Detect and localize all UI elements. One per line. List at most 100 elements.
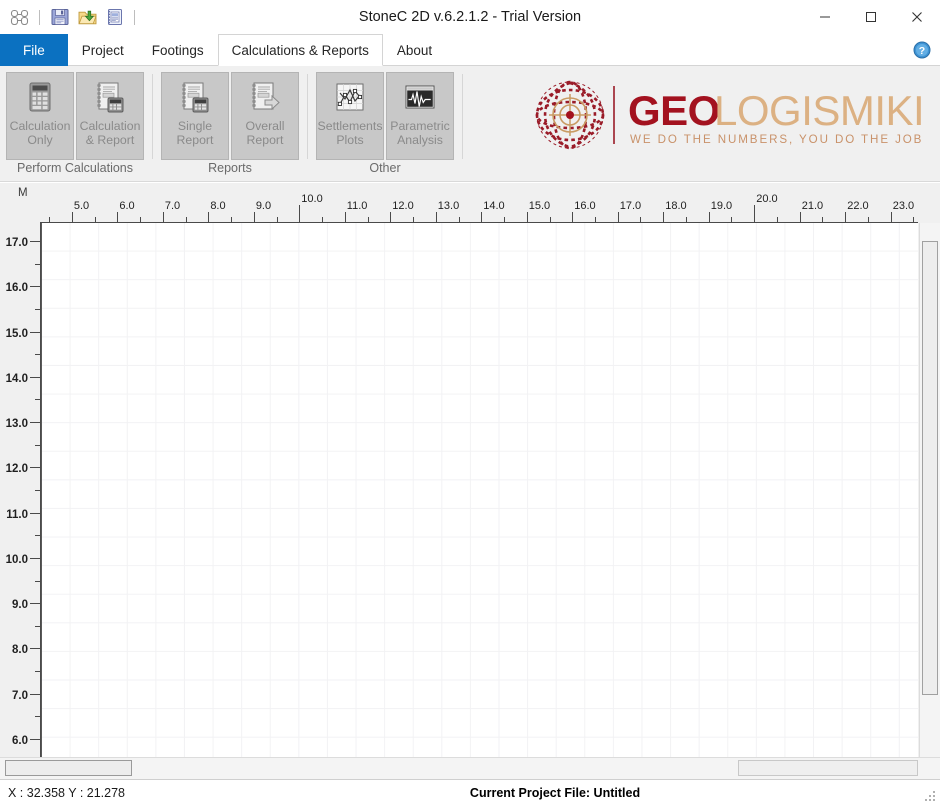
tab-footings[interactable]: Footings	[138, 34, 218, 66]
vruler-tick	[30, 331, 41, 333]
calculation-only-label-line1: Calculation	[9, 119, 71, 133]
ribbon: Calculation Only Calculation & Report Pe…	[0, 66, 940, 182]
vruler-label: 10.0	[5, 553, 28, 566]
hruler-label: 14.0	[483, 200, 505, 212]
vertical-scrollbar-thumb[interactable]	[922, 241, 938, 695]
vruler-label: 7.0	[12, 689, 28, 702]
hruler-label: 18.0	[665, 200, 687, 212]
hruler-tick	[845, 212, 847, 223]
minimize-button[interactable]	[802, 0, 848, 34]
vruler-tick	[30, 557, 41, 559]
hruler-label: 21.0	[801, 200, 824, 212]
ribbon-group-label-other: Other	[369, 161, 401, 175]
hruler-tick	[663, 212, 665, 223]
drawing-canvas[interactable]	[41, 223, 918, 757]
help-question-icon[interactable]: ?	[913, 41, 931, 59]
window-controls	[802, 0, 940, 34]
vruler-label: 13.0	[5, 418, 28, 431]
settlements-plots-button[interactable]: Settlements Plots	[316, 72, 384, 160]
hruler-label: 16.0	[574, 200, 596, 212]
overall-report-button[interactable]: Overall Report	[231, 72, 299, 160]
title-bar: StoneC 2D v.6.2.1.2 - Trial Version	[0, 0, 940, 34]
close-button[interactable]	[894, 0, 940, 34]
vruler-tick	[30, 512, 41, 514]
resize-grip[interactable]	[925, 791, 937, 803]
hruler-label: 20.0	[756, 193, 778, 205]
hruler-tick	[390, 212, 392, 223]
qat-divider-2	[134, 9, 135, 25]
single-report-label-line2: Report	[176, 133, 214, 147]
vruler-label: 16.0	[5, 282, 28, 295]
calculation-and-report-button[interactable]: Calculation & Report	[76, 72, 144, 160]
quick-access-toolbar	[0, 6, 139, 28]
calculator-report-icon	[92, 81, 128, 113]
svg-text:GEO: GEO	[628, 87, 720, 134]
ruler-unit-label: M	[18, 187, 28, 199]
maximize-button[interactable]	[848, 0, 894, 34]
hruler-label: 6.0	[119, 200, 135, 212]
hruler-tick	[435, 212, 437, 223]
vertical-scrollbar[interactable]	[919, 223, 940, 757]
vruler-tick	[30, 467, 41, 469]
calculation-only-label-line2: Only	[27, 133, 53, 147]
hruler-tick	[708, 212, 710, 223]
single-report-button[interactable]: Single Report	[161, 72, 229, 160]
horizontal-ruler[interactable]: 5.0 6.0 7.0 8.0 9.0 10.0 11.0 12.0 13.0 14.0 15.0 1…	[40, 183, 918, 223]
geologismiki-logo: GEO LOGISMIKI WE DO THE NUMBERS, YOU DO …	[532, 70, 940, 181]
tab-about[interactable]: About	[383, 34, 446, 66]
single-report-label-line1: Single	[177, 119, 213, 133]
horizontal-scrollbar-track-right[interactable]	[738, 760, 918, 776]
parametric-analysis-label-line1: Parametric	[390, 119, 450, 133]
overall-report-label-line2: Report	[246, 133, 284, 147]
overall-report-icon	[247, 81, 283, 113]
notebook-report-icon[interactable]	[103, 6, 125, 28]
tab-calculations-and-reports[interactable]: Calculations & Reports	[217, 34, 383, 66]
tab-file[interactable]: File	[0, 34, 68, 66]
vruler-label: 17.0	[5, 237, 28, 250]
qat-divider-1	[39, 9, 40, 25]
vruler-tick	[30, 603, 41, 605]
settlements-plots-label-line1: Settlements	[317, 119, 383, 133]
tab-project[interactable]: Project	[68, 34, 138, 66]
hruler-label: 17.0	[619, 200, 642, 212]
ribbon-divider-2	[307, 74, 308, 159]
vruler-label: 11.0	[6, 508, 28, 521]
hruler-label: 10.0	[301, 193, 323, 205]
open-folder-icon[interactable]	[76, 6, 98, 28]
binoculars-icon[interactable]	[8, 6, 30, 28]
hruler-tick	[799, 212, 801, 223]
ribbon-group-perform-calculations: Calculation Only Calculation & Report Pe…	[0, 70, 150, 181]
hruler-label: 19.0	[710, 200, 733, 212]
parametric-analysis-label-line2: Analysis	[397, 133, 443, 147]
hruler-tick	[208, 212, 210, 223]
settlements-plots-label-line2: Plots	[336, 133, 364, 147]
calculator-icon	[22, 81, 58, 113]
hruler-label: 5.0	[73, 200, 90, 212]
ribbon-group-other: Settlements Plots Parametric Analysis Ot…	[310, 70, 460, 181]
status-bar: X : 32.358 Y : 21.278 Current Project Fi…	[0, 779, 940, 805]
floppy-save-icon[interactable]	[49, 6, 71, 28]
vertical-ruler[interactable]: 6.0 7.0 8.0 9.0 10.0 11.0 12.0 13.0 14.0 15.0 16.0…	[0, 223, 41, 757]
calculation-only-button[interactable]: Calculation Only	[6, 72, 74, 160]
horizontal-scrollbar-thumb[interactable]	[5, 760, 132, 776]
hruler-tick	[572, 212, 574, 223]
svg-text:?: ?	[919, 44, 925, 56]
settlements-plot-icon	[332, 81, 368, 113]
hruler-label: 9.0	[255, 200, 272, 212]
hruler-label: 12.0	[392, 200, 414, 212]
hruler-label: 23.0	[892, 200, 915, 212]
vruler-label: 6.0	[12, 734, 28, 747]
parametric-analysis-button[interactable]: Parametric Analysis	[386, 72, 454, 160]
vruler-tick	[30, 738, 41, 740]
hruler-label: 7.0	[164, 200, 181, 212]
vruler-label: 8.0	[12, 644, 28, 657]
ribbon-divider-1	[152, 74, 153, 159]
vruler-tick	[30, 241, 41, 243]
parametric-waveform-icon	[402, 81, 438, 113]
hruler-tick	[299, 205, 301, 223]
ribbon-group-label-reports: Reports	[208, 161, 252, 175]
hruler-tick	[253, 212, 255, 223]
hruler-tick	[526, 212, 528, 223]
horizontal-scrollbar[interactable]	[0, 757, 940, 779]
hruler-tick	[117, 212, 119, 223]
